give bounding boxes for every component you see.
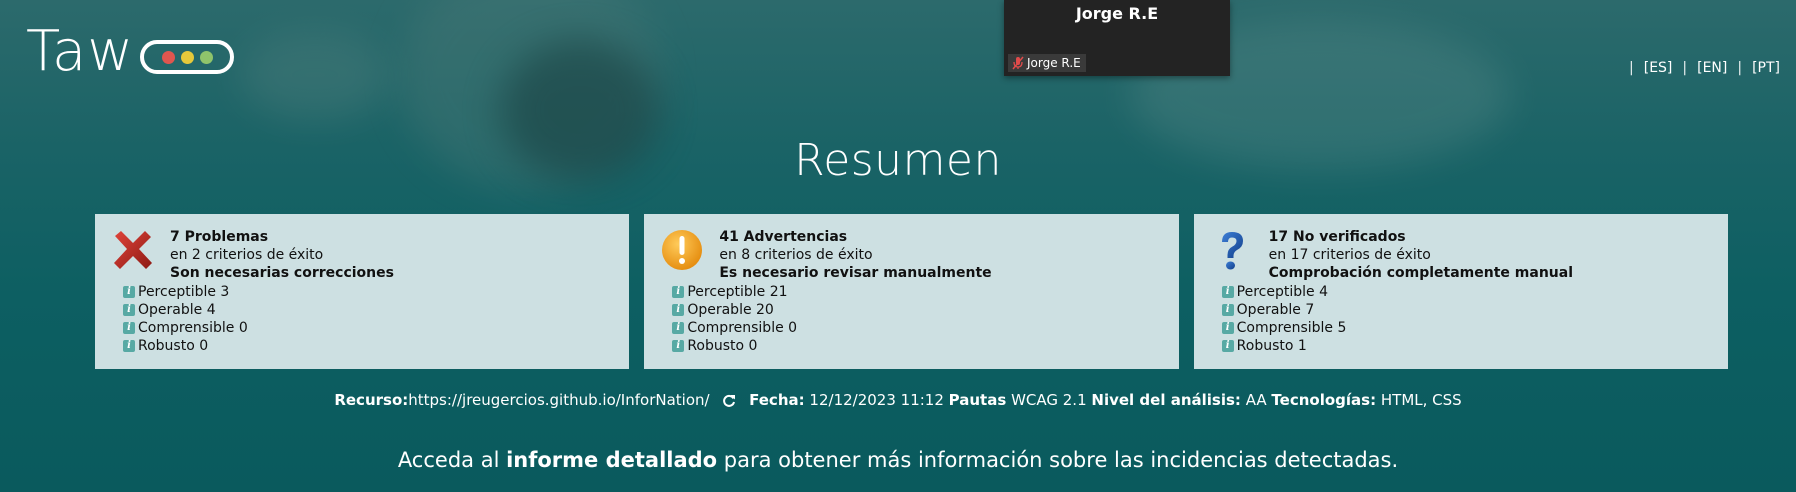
unverified-summary: 17 No verificados en 17 criterios de éxi… bbox=[1269, 228, 1573, 282]
level-value: AA bbox=[1245, 391, 1267, 409]
principle-label: Robusto 0 bbox=[138, 338, 209, 354]
guidelines-label: Pautas bbox=[948, 391, 1007, 409]
principle-label: Perceptible 21 bbox=[687, 284, 788, 300]
yellow-dot bbox=[180, 50, 194, 64]
page-title: Resumen bbox=[794, 135, 1002, 186]
tech-value: HTML, CSS bbox=[1380, 391, 1462, 409]
refresh-icon[interactable] bbox=[722, 394, 736, 408]
principle-label: Comprensible 0 bbox=[138, 320, 248, 336]
list-item[interactable]: i Operable 4 bbox=[123, 301, 248, 319]
tech-label: Tecnologías: bbox=[1271, 391, 1377, 409]
guidelines-value: WCAG 2.1 bbox=[1011, 391, 1087, 409]
list-item[interactable]: i Robusto 1 bbox=[1221, 337, 1347, 355]
principle-label: Perceptible 3 bbox=[138, 284, 230, 300]
logo-text: Taw bbox=[26, 19, 135, 84]
list-item[interactable]: i Perceptible 4 bbox=[1221, 283, 1347, 301]
problems-principles: i Perceptible 3 i Operable 4 i Comprensible… bbox=[123, 283, 248, 355]
video-call-tile[interactable]: Jorge R.E Jorge R.E bbox=[1004, 0, 1230, 76]
cross-icon bbox=[114, 231, 152, 269]
background-object bbox=[240, 30, 390, 120]
problems-count: 7 Problemas bbox=[170, 229, 269, 245]
list-item[interactable]: i Comprensible 0 bbox=[123, 319, 248, 337]
resource-label: Recurso: bbox=[334, 391, 409, 409]
list-item[interactable]: i Robusto 0 bbox=[672, 337, 797, 355]
info-icon: i bbox=[1221, 340, 1234, 352]
list-item[interactable]: i Perceptible 21 bbox=[672, 283, 797, 301]
list-item[interactable]: i Comprensible 0 bbox=[672, 319, 797, 337]
warnings-count: 41 Advertencias bbox=[719, 229, 848, 245]
participant-label: Jorge R.E bbox=[1008, 54, 1086, 72]
date-value: 12/12/2023 11:12 bbox=[809, 391, 944, 409]
principle-label: Robusto 0 bbox=[687, 338, 758, 354]
date-label: Fecha: bbox=[749, 391, 805, 409]
list-item[interactable]: i Comprensible 5 bbox=[1221, 319, 1347, 337]
lang-separator: | bbox=[1682, 60, 1688, 76]
unverified-note: Comprobación completamente manual bbox=[1268, 265, 1573, 281]
cta-pre: Acceda al bbox=[397, 448, 507, 472]
question-icon bbox=[1221, 232, 1243, 270]
language-selector: | [ES] | [EN] | [PT] bbox=[1629, 60, 1780, 76]
info-icon: i bbox=[123, 304, 135, 316]
problems-note: Son necesarias correcciones bbox=[170, 265, 394, 281]
report-cta: Acceda al informe detallado para obtener… bbox=[0, 448, 1796, 472]
warning-icon bbox=[662, 230, 703, 270]
lang-es-link[interactable]: [ES] bbox=[1644, 60, 1673, 76]
principle-label: Comprensible 0 bbox=[687, 320, 798, 336]
info-icon: i bbox=[123, 340, 135, 352]
analysis-metadata: Recurso:https://jreugercios.github.io/In… bbox=[0, 391, 1796, 409]
principle-label: Operable 4 bbox=[138, 302, 216, 318]
summary-cards: 7 Problemas en 2 criterios de éxito Son … bbox=[95, 214, 1728, 369]
info-icon: i bbox=[672, 340, 685, 352]
muted-mic-icon bbox=[1012, 56, 1024, 70]
info-icon: i bbox=[123, 286, 135, 298]
traffic-light-icon bbox=[140, 40, 235, 74]
warnings-summary: 41 Advertencias en 8 criterios de éxito … bbox=[719, 228, 991, 282]
lang-separator: | bbox=[1737, 60, 1743, 76]
cta-post: para obtener más información sobre las i… bbox=[717, 448, 1399, 472]
warnings-card: 41 Advertencias en 8 criterios de éxito … bbox=[644, 214, 1179, 369]
warnings-criteria: en 8 criterios de éxito bbox=[719, 247, 873, 263]
problems-criteria: en 2 criterios de éxito bbox=[170, 247, 324, 263]
list-item[interactable]: i Robusto 0 bbox=[123, 337, 248, 355]
warnings-note: Es necesario revisar manualmente bbox=[719, 265, 992, 281]
level-label: Nivel del análisis: bbox=[1091, 391, 1241, 409]
unverified-count: 17 No verificados bbox=[1268, 229, 1406, 245]
info-icon: i bbox=[672, 304, 685, 316]
resource-url[interactable]: https://jreugercios.github.io/InforNatio… bbox=[408, 391, 709, 409]
list-item[interactable]: i Operable 7 bbox=[1221, 301, 1347, 319]
info-icon: i bbox=[1221, 322, 1234, 334]
principle-label: Robusto 1 bbox=[1236, 338, 1307, 354]
problems-card: 7 Problemas en 2 criterios de éxito Son … bbox=[95, 214, 630, 369]
problems-summary: 7 Problemas en 2 criterios de éxito Son … bbox=[170, 228, 394, 282]
info-icon: i bbox=[672, 286, 685, 298]
green-dot bbox=[199, 50, 213, 64]
info-icon: i bbox=[123, 322, 135, 334]
principle-label: Operable 7 bbox=[1236, 302, 1315, 318]
participant-name: Jorge R.E bbox=[1075, 4, 1159, 23]
info-icon: i bbox=[1221, 304, 1234, 316]
lang-pt-link[interactable]: [PT] bbox=[1752, 60, 1780, 76]
lang-separator: | bbox=[1629, 60, 1634, 76]
detailed-report-link[interactable]: informe detallado bbox=[506, 448, 717, 472]
info-icon: i bbox=[1221, 286, 1234, 298]
taw-logo[interactable]: Taw bbox=[26, 19, 235, 84]
red-dot bbox=[161, 50, 175, 64]
unverified-principles: i Perceptible 4 i Operable 7 i Comprensible… bbox=[1221, 283, 1347, 355]
lang-en-link[interactable]: [EN] bbox=[1697, 60, 1727, 76]
warnings-principles: i Perceptible 21 i Operable 20 i Comprensib… bbox=[672, 283, 797, 355]
principle-label: Operable 20 bbox=[687, 302, 774, 318]
principle-label: Comprensible 5 bbox=[1236, 320, 1347, 336]
info-icon: i bbox=[672, 322, 685, 334]
list-item[interactable]: i Operable 20 bbox=[672, 301, 797, 319]
unverified-card: 17 No verificados en 17 criterios de éxi… bbox=[1193, 214, 1728, 369]
list-item[interactable]: i Perceptible 3 bbox=[123, 283, 248, 301]
participant-label-text: Jorge R.E bbox=[1027, 56, 1081, 70]
unverified-criteria: en 17 criterios de éxito bbox=[1268, 247, 1431, 263]
principle-label: Perceptible 4 bbox=[1236, 284, 1328, 300]
